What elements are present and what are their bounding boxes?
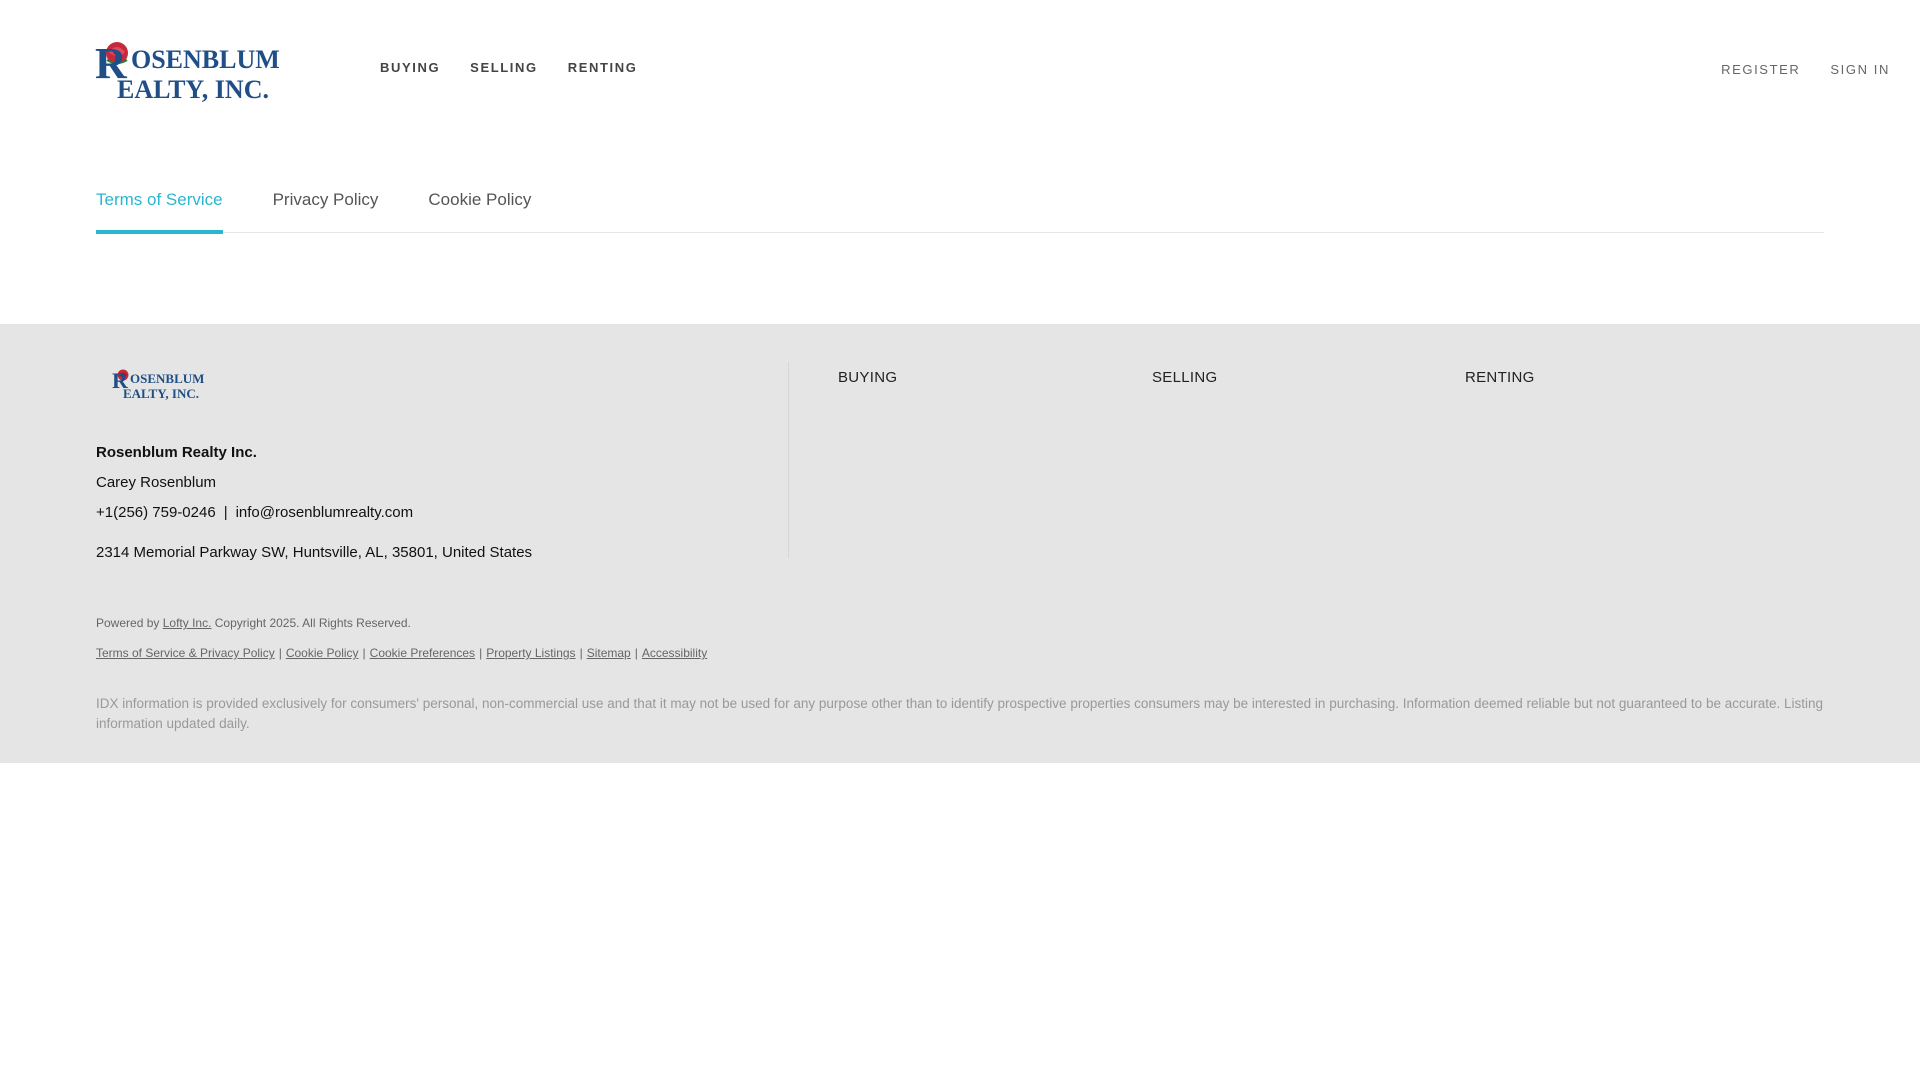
logo-line2: EALTY, INC.	[117, 75, 269, 102]
phone-number[interactable]: +1(256) 759-0246	[96, 504, 216, 521]
address: 2314 Memorial Parkway SW, Huntsville, AL…	[96, 544, 533, 561]
cookie-policy-link[interactable]: Cookie Policy	[286, 646, 359, 660]
tab-terms-of-service[interactable]: Terms of Service	[96, 190, 223, 234]
powered-by: Powered by Lofty Inc. Copyright 2025. Al…	[96, 616, 411, 630]
contact-separator: |	[223, 504, 228, 521]
site-logo[interactable]: R OSENBLUM EALTY, INC.	[95, 38, 280, 102]
footer-nav-renting[interactable]: RENTING	[1465, 369, 1535, 386]
register-link[interactable]: REGISTER	[1721, 62, 1800, 77]
footer-logo[interactable]: R OSENBLUM EALTY, INC.	[112, 368, 204, 401]
company-name: Rosenblum Realty Inc.	[96, 444, 257, 461]
user-nav: REGISTER SIGN IN	[1691, 62, 1890, 77]
email-link[interactable]: info@rosenblumrealty.com	[236, 504, 414, 521]
idx-disclaimer: IDX information is provided exclusively …	[96, 696, 1824, 731]
tab-cookie-policy[interactable]: Cookie Policy	[428, 190, 531, 233]
contact-line: +1(256) 759-0246 | info@rosenblumrealty.co…	[96, 504, 413, 521]
tab-privacy-policy[interactable]: Privacy Policy	[273, 190, 379, 233]
footer-nav-buying[interactable]: BUYING	[838, 369, 897, 386]
site-header: R OSENBLUM EALTY, INC. BUYING SELLING RE…	[0, 0, 1920, 140]
nav-renting[interactable]: RENTING	[568, 60, 638, 75]
policy-tabs: Terms of Service Privacy Policy Cookie P…	[96, 190, 1824, 234]
copyright: Copyright 2025. All Rights Reserved.	[214, 616, 411, 630]
sitemap-link[interactable]: Sitemap	[587, 646, 631, 660]
cookie-preferences-link[interactable]: Cookie Preferences	[370, 646, 475, 660]
lofty-link[interactable]: Lofty Inc.	[163, 616, 212, 630]
logo-line1: OSENBLUM	[131, 45, 280, 74]
terms-privacy-link[interactable]: Terms of Service & Privacy Policy	[96, 646, 275, 660]
sign-in-link[interactable]: SIGN IN	[1830, 62, 1890, 77]
footer-divider	[788, 362, 789, 558]
nav-selling[interactable]: SELLING	[470, 60, 538, 75]
powered-prefix: Powered by	[96, 616, 160, 630]
site-footer: R OSENBLUM EALTY, INC. Rosenblum Realty …	[0, 324, 1920, 763]
accessibility-link[interactable]: Accessibility	[642, 646, 707, 660]
main-nav: BUYING SELLING RENTING	[380, 60, 667, 75]
contact-name: Carey Rosenblum	[96, 474, 217, 491]
footer-logo-line1: OSENBLUM	[130, 371, 204, 386]
footer-logo-line2: EALTY, INC.	[123, 386, 199, 400]
property-listings-link[interactable]: Property Listings	[486, 646, 575, 660]
legal-links: Terms of Service & Privacy Policy | Cookie…	[96, 646, 708, 660]
footer-nav-selling[interactable]: SELLING	[1152, 369, 1217, 386]
nav-buying[interactable]: BUYING	[380, 60, 440, 75]
